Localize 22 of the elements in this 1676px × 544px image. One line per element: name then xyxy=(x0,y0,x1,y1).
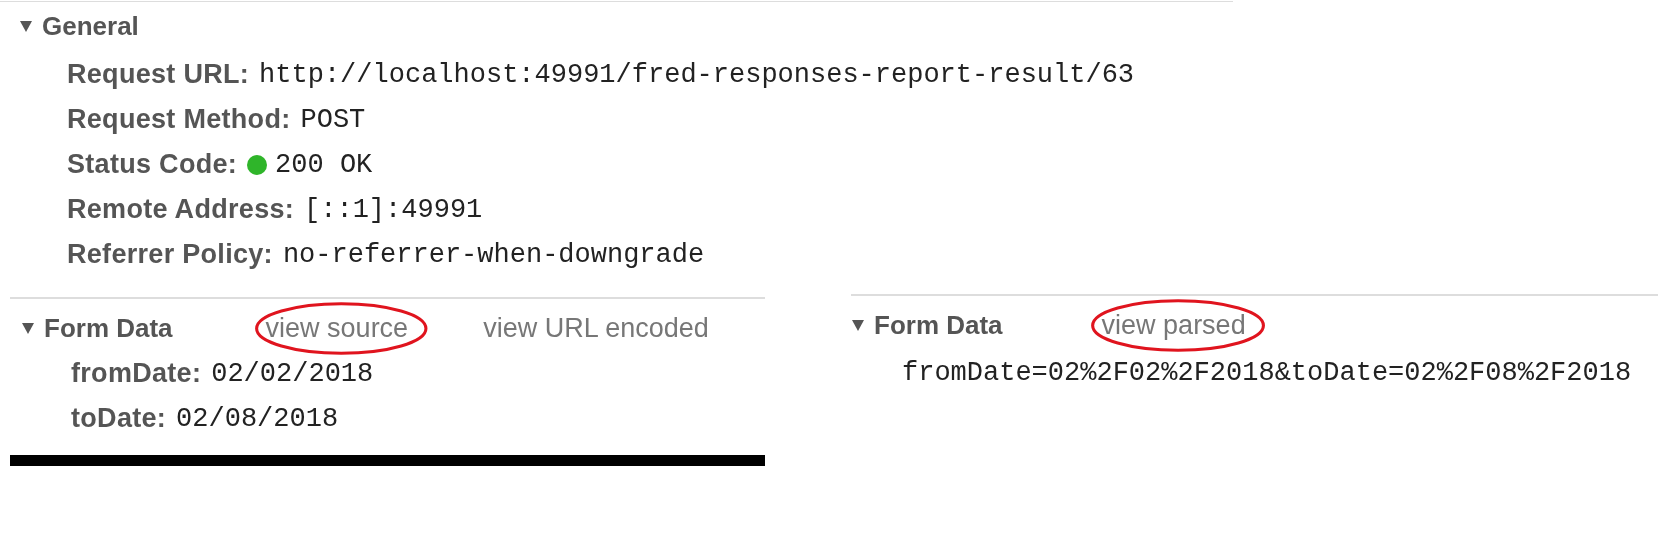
field-label: Remote Address: xyxy=(67,194,295,225)
toggle-icon[interactable] xyxy=(19,19,33,33)
field-value: http://localhost:49991/fred-responses-report-result/63 xyxy=(259,59,1135,90)
field-value: [::1]:49991 xyxy=(304,194,483,225)
raw-form-data: fromDate=02%2F02%2F2018&toDate=02%2F08%2F2018 xyxy=(901,357,1633,388)
section-title: Form Data xyxy=(874,309,1003,341)
field-label: Request Method: xyxy=(67,104,291,135)
field-value: POST xyxy=(300,104,366,135)
toggle-icon[interactable] xyxy=(851,318,865,332)
section-title: Form Data xyxy=(44,312,173,344)
field-label: Referrer Policy: xyxy=(67,239,273,270)
field-value: 02/08/2018 xyxy=(176,403,339,434)
field-label: fromDate: xyxy=(71,358,202,389)
field-label: Status Code: xyxy=(67,149,238,180)
toggle-icon[interactable] xyxy=(21,321,35,335)
field-label: Request URL: xyxy=(67,59,250,90)
view-link[interactable]: view URL encoded xyxy=(483,312,709,343)
field-label: toDate: xyxy=(71,403,167,434)
field-value: 02/02/2018 xyxy=(211,358,374,389)
section-title: General xyxy=(42,10,139,42)
field-value: 200 OK xyxy=(275,149,373,180)
field-value: no-referrer-when-downgrade xyxy=(282,239,705,270)
